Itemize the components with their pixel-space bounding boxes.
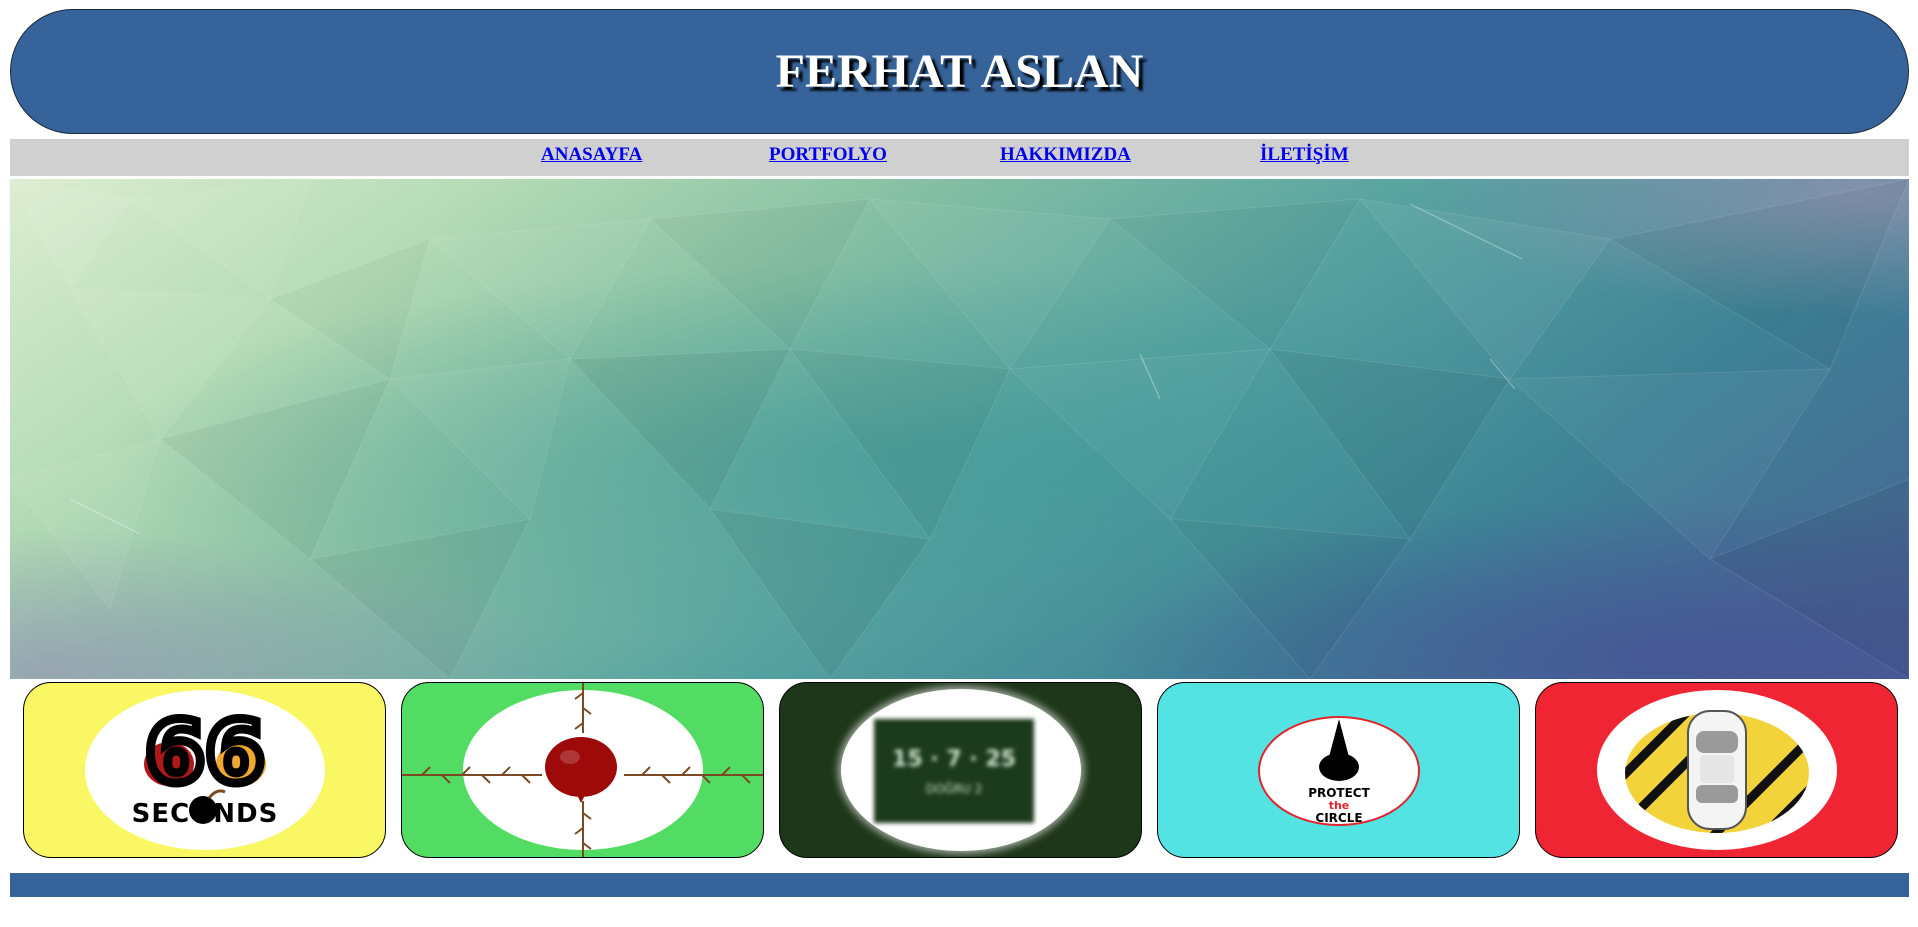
low-poly-pattern: [10, 179, 1909, 679]
site-footer: [10, 873, 1909, 897]
site-header: FERHAT ASLAN: [10, 9, 1909, 134]
site-title: FERHAT ASLAN: [775, 45, 1144, 98]
logo-word-circle: CIRCLE: [1315, 811, 1362, 825]
logo-word-protect: PROTECT: [1308, 786, 1370, 800]
portfolio-card-balloon[interactable]: [401, 682, 764, 858]
protect-the-circle-logo: PROTECT the CIRCLE: [1258, 716, 1420, 826]
score-line: 15 · 7 · 25: [892, 746, 1016, 772]
main-nav: ANASAYFA PORTFOLYO HAKKIMIZDA İLETİŞİM: [10, 139, 1909, 176]
portfolio-card-protect-the-circle[interactable]: PROTECT the CIRCLE: [1157, 682, 1520, 858]
hero-banner: [10, 179, 1909, 679]
portfolio-card-car[interactable]: [1535, 682, 1898, 858]
blurred-score-board-logo: 15 · 7 · 25 DOĞRU 2: [874, 719, 1034, 823]
portfolio-card-66-seconds[interactable]: 66 SECONDS: [23, 682, 386, 858]
nav-link-contact[interactable]: İLETİŞİM: [1260, 144, 1349, 166]
bomb-glasses-logo: 66 SECONDS: [84, 690, 325, 850]
portfolio-card-scoreboard[interactable]: 15 · 7 · 25 DOĞRU 2: [779, 682, 1142, 858]
logo-word: SECONDS: [131, 799, 278, 829]
red-balloon-thorns-logo: [402, 683, 763, 857]
result-line: DOĞRU 2: [925, 781, 983, 796]
nav-link-portfolio[interactable]: PORTFOLYO: [769, 144, 887, 166]
car-on-road-logo: [1625, 710, 1809, 833]
nav-link-home[interactable]: ANASAYFA: [541, 144, 642, 166]
nav-link-about[interactable]: HAKKIMIZDA: [1000, 144, 1131, 166]
logo-number: 66: [145, 703, 265, 803]
